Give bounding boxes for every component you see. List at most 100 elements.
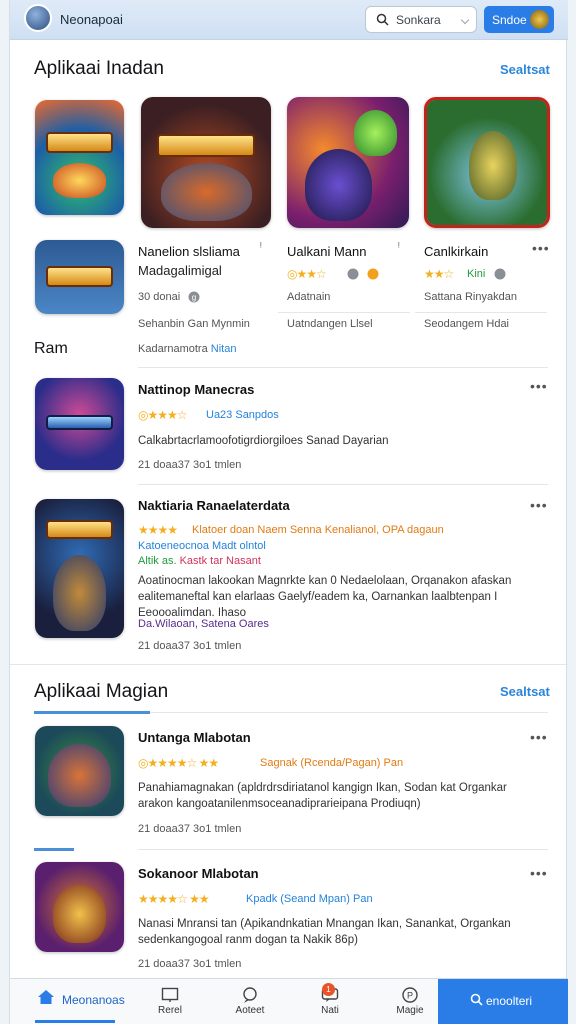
app-icon[interactable] xyxy=(35,862,124,952)
game-character xyxy=(354,110,397,156)
game-thumb-small[interactable] xyxy=(35,240,124,314)
rating-text: Ua23 Sanpdos xyxy=(206,409,279,421)
card-rating-text: Kini xyxy=(467,268,486,280)
rating-stars: ◎★★☆ xyxy=(287,267,327,281)
more-icon[interactable]: ••• xyxy=(532,240,550,256)
rating-stars: ★★☆ xyxy=(424,267,454,281)
game-character xyxy=(305,149,373,222)
more-icon[interactable]: ••• xyxy=(530,865,548,881)
card-developer-2: Seodangem Hdai xyxy=(424,318,510,330)
game-character xyxy=(48,744,111,807)
game-character xyxy=(160,162,252,222)
divider xyxy=(415,312,547,313)
divider xyxy=(138,484,548,485)
app-frame: Nеonapoai Sonkara Sndoe Aplikaai Inadan … xyxy=(9,0,568,1024)
coin-icon: P xyxy=(402,987,418,1003)
list-item-desc: Panahiamagnakan (apldrdrsdiriatanol kang… xyxy=(138,782,507,810)
divider xyxy=(278,312,410,313)
game-character xyxy=(52,884,107,943)
game-art-2[interactable] xyxy=(141,97,271,228)
emoji-icon xyxy=(367,268,379,280)
card-rating-text: Adatnain xyxy=(287,291,331,303)
info-icon: g xyxy=(188,291,200,303)
chevron-down-icon xyxy=(460,15,470,25)
row-sub: Kadarnamotra Nitan xyxy=(138,343,237,355)
see-all-link[interactable]: Sealtsat xyxy=(500,62,550,77)
app-name: Nеonapoai xyxy=(60,12,123,27)
game-logo xyxy=(45,132,114,153)
notification-badge: 1 xyxy=(322,983,335,996)
card-title[interactable]: Ualkani Mann xyxy=(287,244,367,259)
app-icon[interactable] xyxy=(35,499,124,638)
card-developer: Sattana Rinyakdan xyxy=(424,291,517,303)
more-icon[interactable]: ••• xyxy=(530,378,548,394)
game-logo xyxy=(156,133,256,158)
card-developer: Sehanbin Gan Mynmin xyxy=(138,318,250,330)
card-title[interactable]: Nanelion slsliama xyxy=(138,244,240,259)
list-item-title[interactable]: Untanga Mlabotan xyxy=(138,730,251,745)
more-icon[interactable]: ᵎ xyxy=(260,240,263,252)
rating-line: Klatoer doan Naem Senna Kenalianol, OPA … xyxy=(192,524,444,536)
svg-text:P: P xyxy=(407,991,413,1001)
more-icon[interactable]: ••• xyxy=(530,729,548,745)
list-item-title[interactable]: Naktiaria Ranaelaterdata xyxy=(138,498,290,513)
nav-home-label: Meonanoas xyxy=(62,993,125,1007)
divider xyxy=(150,712,548,713)
list-item-link[interactable]: Da.Wilaoan, Satena Oares xyxy=(138,618,269,630)
card-subtitle: Madagalimigal xyxy=(138,263,222,278)
tag-line-2: Altik as. Kastk tar Nasant xyxy=(138,555,261,567)
card-title[interactable]: Canlkirkain xyxy=(424,244,488,259)
search-input[interactable]: Sonkara xyxy=(365,6,477,33)
list-item-desc: Aoatinocman lakookan Magnrkte kan 0 Neda… xyxy=(138,575,512,619)
card-rating-text: 30 donai xyxy=(138,291,181,303)
section-divider xyxy=(10,664,568,665)
info-icon xyxy=(347,268,359,280)
row-sub-link[interactable]: Nitan xyxy=(211,343,237,355)
game-character xyxy=(52,163,107,198)
nav-item-5-label: Magie xyxy=(396,1005,424,1016)
list-item-desc: Calkabrtacrlamoofotigrdiorgiloes Sanad D… xyxy=(138,435,389,447)
divider xyxy=(138,367,548,368)
list-item-meta: 21 doaa37 3o1 tmlen xyxy=(138,823,242,835)
game-character xyxy=(52,554,107,632)
nav-item-3[interactable]: Aoteet xyxy=(220,979,280,1024)
nav-item-2[interactable]: Rerel xyxy=(140,979,200,1024)
more-icon[interactable]: ••• xyxy=(530,497,548,513)
list-item-meta: 21 doaa37 3o1 tmlen xyxy=(138,459,242,471)
screen-icon xyxy=(161,987,179,1002)
top-action-button[interactable]: Sndoe xyxy=(484,6,554,33)
list-item-desc: Nanasi Mnransi tan (Apikandnkatian Mnang… xyxy=(138,918,511,946)
app-icon[interactable] xyxy=(35,378,124,470)
search-icon xyxy=(470,993,483,1006)
list-item-title[interactable]: Nattinop Manecras xyxy=(138,382,254,397)
avatar[interactable] xyxy=(24,4,52,32)
app-icon[interactable] xyxy=(35,726,124,816)
nav-search-button[interactable]: enoolteri xyxy=(438,979,568,1024)
rating-stars: ★★★★ xyxy=(138,523,178,537)
see-all-link[interactable]: Sealtsat xyxy=(500,684,550,699)
game-character xyxy=(469,131,517,200)
list-item-meta: 21 doaa37 3o1 tmlen xyxy=(138,958,242,970)
top-bar: Nеonapoai Sonkara Sndoe xyxy=(10,0,568,40)
game-art-4[interactable] xyxy=(424,97,550,228)
row-label: Ram xyxy=(34,340,68,357)
more-icon[interactable]: ᵎ xyxy=(398,240,401,252)
game-art-1[interactable] xyxy=(35,100,124,215)
info-icon xyxy=(494,268,506,280)
coin-icon xyxy=(530,10,549,29)
game-art-3[interactable] xyxy=(287,97,409,228)
section-tab-underline xyxy=(34,848,74,851)
nav-home[interactable]: Meonanoas xyxy=(10,979,125,1024)
list-item-meta: 21 doaa37 3o1 tmlen xyxy=(138,640,242,652)
list-item-title[interactable]: Sokanoor Mlabotan xyxy=(138,866,259,881)
top-action-label: Sndoe xyxy=(492,13,527,27)
chat-icon xyxy=(243,987,257,1003)
nav-item-4[interactable]: 1 Nati xyxy=(300,979,360,1024)
section-title: Aplikaai Magian xyxy=(34,681,169,702)
nav-item-5[interactable]: P Magie xyxy=(380,979,440,1024)
search-placeholder: Sonkara xyxy=(396,13,441,27)
svg-text:g: g xyxy=(192,293,196,302)
game-logo xyxy=(45,414,114,430)
rating-text: Sagnak (Rcenda/Pagan) Pan xyxy=(260,757,404,769)
game-logo xyxy=(45,519,114,540)
